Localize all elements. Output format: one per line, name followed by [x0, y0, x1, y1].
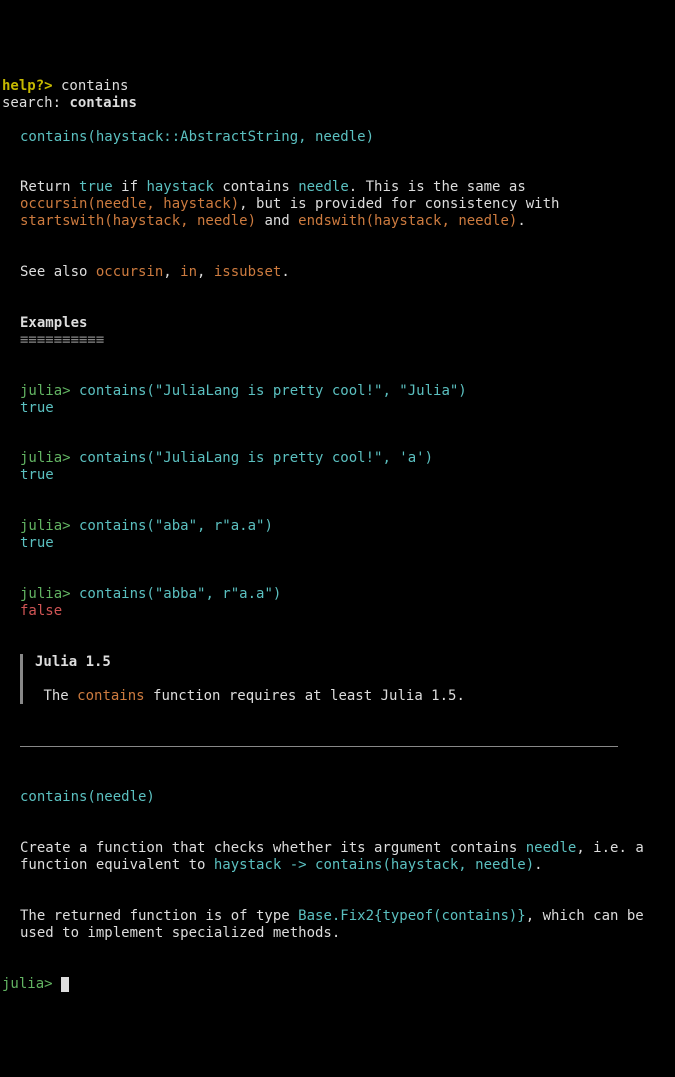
search-result: contains: [69, 95, 136, 111]
example-4: julia> contains("abba", r"a.a") false: [2, 586, 675, 620]
search-label: search:: [2, 95, 69, 111]
terminal-output: help?> contains search: contains contain…: [2, 78, 675, 993]
compat-title: Julia 1.5: [35, 654, 111, 670]
description-1: Return true if haystack contains needle.…: [2, 179, 675, 230]
compat-body: The contains function requires at least …: [35, 688, 465, 704]
divider: [20, 746, 618, 747]
compat-note: Julia 1.5 The contains function requires…: [20, 654, 675, 705]
description-3: The returned function is of type Base.Fi…: [2, 908, 675, 942]
search-line: search: contains: [2, 95, 137, 111]
example-2: julia> contains("JuliaLang is pretty coo…: [2, 450, 675, 484]
help-query: contains: [53, 78, 129, 94]
signature-2: contains(needle): [2, 789, 675, 806]
help-prompt: help?> contains: [2, 78, 128, 94]
cursor-icon: [61, 977, 69, 992]
julia-prompt[interactable]: julia>: [2, 976, 69, 992]
see-also: See also occursin, in, issubset.: [2, 264, 675, 281]
examples-heading: Examples ≡≡≡≡≡≡≡≡≡≡: [2, 315, 675, 349]
signature-1: contains(haystack::AbstractString, needl…: [2, 129, 675, 146]
example-3: julia> contains("aba", r"a.a") true: [2, 518, 675, 552]
example-1: julia> contains("JuliaLang is pretty coo…: [2, 383, 675, 417]
examples-underline: ≡≡≡≡≡≡≡≡≡≡: [20, 332, 104, 348]
description-2: Create a function that checks whether it…: [2, 840, 675, 874]
help-label: help?>: [2, 78, 53, 94]
